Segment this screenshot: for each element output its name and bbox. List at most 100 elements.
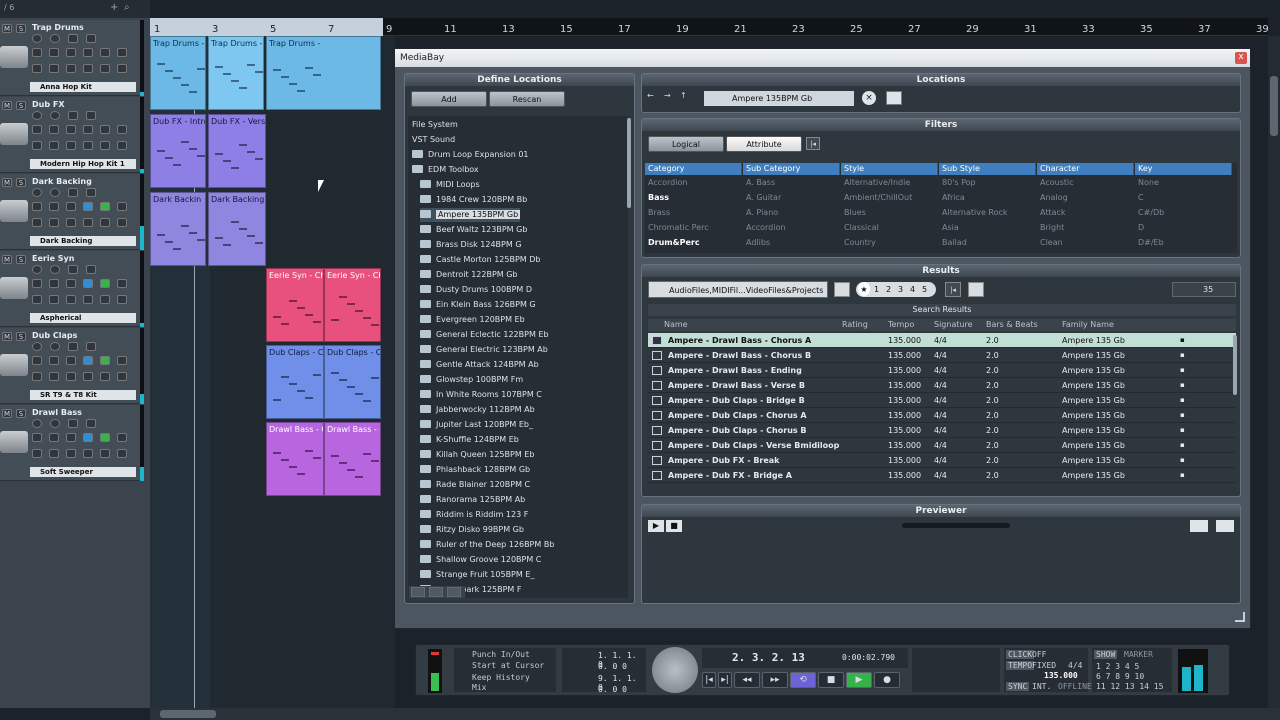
tree-item[interactable]: VST Sound	[412, 133, 455, 147]
filter-value[interactable]: Ambient/ChillOut	[841, 190, 938, 205]
write-automation-button[interactable]	[86, 265, 96, 274]
col-name[interactable]: Name	[664, 319, 688, 330]
tree-item[interactable]: In White Rooms 107BPM C	[420, 388, 542, 402]
mute-button[interactable]: M	[2, 24, 12, 33]
cycle-icon[interactable]: ⟲	[790, 672, 816, 688]
tree-item[interactable]: Rade Blainer 120BPM C	[420, 478, 530, 492]
write-automation-button[interactable]	[86, 34, 96, 43]
track-option-5[interactable]	[117, 372, 127, 381]
track-option-1[interactable]	[49, 141, 59, 150]
horizontal-scrollbar[interactable]	[150, 708, 1280, 720]
instrument-icon[interactable]	[0, 123, 28, 145]
filter-value[interactable]: 80's Pop	[939, 175, 1036, 190]
location-tree[interactable]: File System VST Sound Drum Loop Expansion …	[408, 116, 628, 598]
instrument-preset[interactable]: Dark Backing	[30, 236, 136, 246]
clip[interactable]: Eerie Syn - Ch	[266, 268, 324, 342]
filter-value[interactable]: None	[1135, 175, 1232, 190]
track-option-5[interactable]	[117, 64, 127, 73]
filter-value[interactable]: Brass	[645, 205, 742, 220]
mix-mode[interactable]: Mix	[472, 683, 486, 692]
instrument-preset[interactable]: Aspherical	[30, 313, 136, 323]
filter-value[interactable]: D#/Eb	[1135, 235, 1232, 250]
mute-button[interactable]: M	[2, 178, 12, 187]
track-name[interactable]: Dub FX	[32, 100, 64, 109]
filter-value[interactable]: Acoustic	[1037, 175, 1134, 190]
close-icon[interactable]: x	[1235, 52, 1247, 64]
track-option-4[interactable]	[100, 141, 110, 150]
read-button[interactable]	[32, 419, 42, 428]
track-control-4[interactable]	[100, 279, 110, 288]
write-automation-button[interactable]	[86, 419, 96, 428]
attribute-filter-grid[interactable]: Category Accordion Bass Brass Chromatic Perc…	[645, 163, 1237, 253]
track-3[interactable]: M S Eerie Syn Aspherical	[0, 251, 140, 327]
rating-2[interactable]: 2	[886, 282, 891, 297]
track-control-4[interactable]	[100, 433, 110, 442]
read-automation-button[interactable]	[68, 342, 78, 351]
filter-value[interactable]: Africa	[939, 190, 1036, 205]
track-control-2[interactable]	[66, 356, 76, 365]
tree-scrollbar[interactable]	[627, 118, 631, 208]
filter-value[interactable]: Drum&Perc	[645, 235, 742, 250]
track-5[interactable]: M S Drawl Bass Soft Sweeper	[0, 405, 140, 481]
tree-item[interactable]: Gentle Attack 124BPM Ab	[420, 358, 539, 372]
filter-value[interactable]: Bass	[645, 190, 742, 205]
tree-item[interactable]: General Electric 123BPM Ab	[420, 343, 548, 357]
clip[interactable]: Drawl Bass - C	[266, 422, 324, 496]
filter-header[interactable]: Key	[1135, 163, 1232, 175]
list-view-icon[interactable]	[411, 587, 425, 597]
resize-grip-icon[interactable]	[1235, 612, 1245, 622]
instrument-preset[interactable]: Modern Hip Hop Kit 1	[30, 159, 136, 169]
track-option-4[interactable]	[100, 449, 110, 458]
track-option-4[interactable]	[100, 295, 110, 304]
read-automation-button[interactable]	[68, 111, 78, 120]
signature-value[interactable]: 4/4	[1068, 661, 1082, 670]
track-control-1[interactable]	[49, 48, 59, 57]
instrument-preset[interactable]: Soft Sweeper	[30, 467, 136, 477]
tree-item[interactable]: Dentroit 122BPM Gb	[420, 268, 518, 282]
track-option-0[interactable]	[32, 449, 42, 458]
track-0[interactable]: M S Trap Drums Anna Hop Kit	[0, 20, 140, 96]
preview-play-icon[interactable]: ▶	[648, 520, 664, 532]
marker-row-3[interactable]: 11 12 13 14 15	[1096, 682, 1163, 691]
track-control-1[interactable]	[49, 433, 59, 442]
track-control-2[interactable]	[66, 48, 76, 57]
clip[interactable]: Eerie Syn - Ch	[324, 268, 381, 342]
click-label[interactable]: CLICK	[1006, 650, 1035, 659]
table-row[interactable]: Ampere - Dub FX - Bridge A 135.000 4/4 2.0 A…	[648, 468, 1236, 483]
clear-location-icon[interactable]: ×	[862, 91, 876, 105]
mute-button[interactable]: M	[2, 409, 12, 418]
filter-value[interactable]: Analog	[1037, 190, 1134, 205]
instrument-icon[interactable]	[0, 277, 28, 299]
col-bars-beats[interactable]: Bars & Beats	[986, 319, 1038, 330]
tempo-value[interactable]: 135.000	[1044, 671, 1078, 680]
filter-value[interactable]: D	[1135, 220, 1232, 235]
results-list[interactable]: Ampere - Drawl Bass - Chorus A 135.000 4/4…	[648, 333, 1236, 491]
track-name[interactable]: Dub Claps	[32, 331, 77, 340]
read-automation-button[interactable]	[68, 419, 78, 428]
mute-button[interactable]: M	[2, 332, 12, 341]
track-control-1[interactable]	[49, 125, 59, 134]
col-family[interactable]: Family Name	[1062, 319, 1114, 330]
location-dropdown[interactable]: Ampere 135BPM Gb	[704, 91, 854, 106]
track-control-3[interactable]	[83, 356, 93, 365]
read-button[interactable]	[32, 188, 42, 197]
write-automation-button[interactable]	[86, 188, 96, 197]
read-button[interactable]	[32, 111, 42, 120]
track-control-3[interactable]	[83, 202, 93, 211]
clip[interactable]: Dub Claps - C	[266, 345, 324, 419]
tree-item[interactable]: Ruler of the Deep 126BPM Bb	[420, 538, 554, 552]
filter-header[interactable]: Sub Category	[743, 163, 840, 175]
browse-icon[interactable]	[886, 91, 902, 105]
table-row[interactable]: Ampere - Drawl Bass - Chorus A 135.000 4/4…	[648, 333, 1236, 348]
rating-1[interactable]: 1	[874, 282, 879, 297]
filter-value[interactable]: Accordion	[743, 220, 840, 235]
track-control-1[interactable]	[49, 279, 59, 288]
filter-value[interactable]: C	[1135, 190, 1232, 205]
write-automation-button[interactable]	[86, 342, 96, 351]
grid-icon[interactable]	[447, 587, 461, 597]
tree-item[interactable]: Jabberwocky 112BPM Ab	[420, 403, 535, 417]
shuffle-icon[interactable]	[968, 282, 984, 297]
read-button[interactable]	[32, 342, 42, 351]
filter-value[interactable]: Adlibs	[743, 235, 840, 250]
track-option-0[interactable]	[32, 372, 42, 381]
